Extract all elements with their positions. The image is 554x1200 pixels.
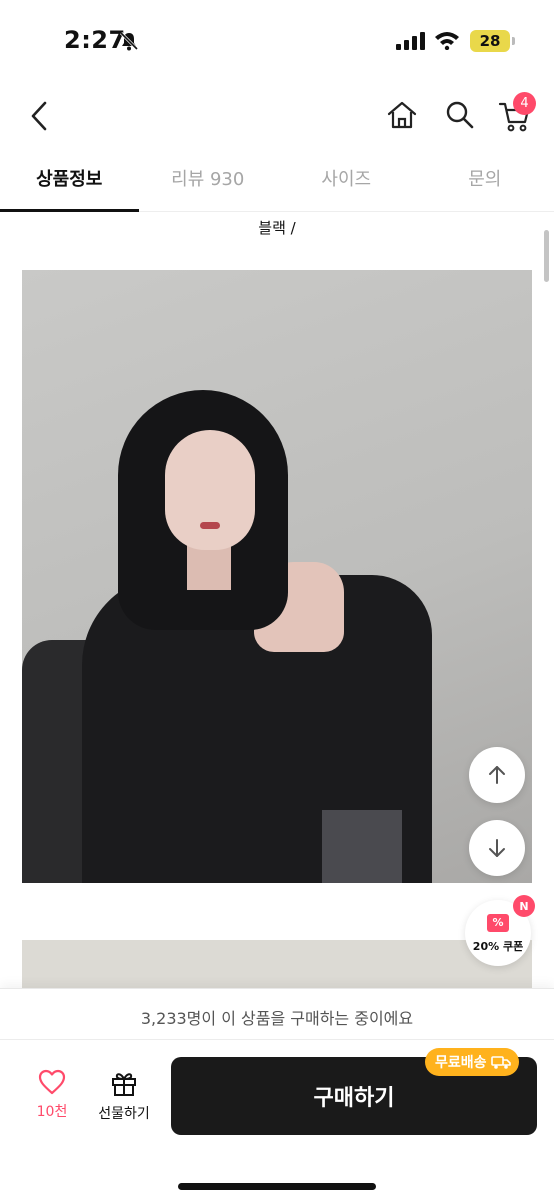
scrollbar[interactable]	[544, 230, 549, 282]
tab-product-info[interactable]: 상품정보	[0, 152, 139, 212]
gift-icon	[112, 1073, 136, 1096]
tab-size[interactable]: 사이즈	[277, 152, 416, 211]
status-time: 2:27	[64, 26, 126, 54]
gift-label: 선물하기	[98, 1106, 150, 1122]
tab-inquiry[interactable]: 문의	[416, 152, 554, 211]
arrow-down-icon	[489, 839, 505, 857]
battery-indicator: 28	[470, 30, 510, 52]
home-icon	[387, 101, 417, 129]
free-shipping-badge: 무료배송	[425, 1048, 519, 1076]
divider	[0, 1039, 554, 1040]
buyers-count-text: 3,233명이 이 상품을 구매하는 중이에요	[140, 1009, 414, 1028]
free-shipping-label: 무료배송	[435, 1055, 487, 1071]
photo-face	[165, 430, 255, 550]
heart-icon	[38, 1069, 66, 1095]
photo-lips	[200, 522, 220, 529]
home-button[interactable]	[385, 98, 419, 132]
coupon-new-badge: N	[513, 895, 535, 917]
battery-tip	[512, 37, 515, 45]
coupon-ticket-icon: %	[487, 914, 509, 932]
bottom-purchase-bar: 3,233명이 이 상품을 구매하는 중이에요 10천 선물하기 구매하기	[0, 988, 554, 1200]
tab-reviews[interactable]: 리뷰 930	[139, 152, 278, 211]
wifi-icon	[434, 30, 460, 54]
arrow-up-icon	[489, 766, 505, 784]
like-count: 10천	[36, 1104, 68, 1120]
bell-slash-icon	[118, 30, 140, 56]
product-tabs: 상품정보 리뷰 930 사이즈 문의	[0, 152, 554, 212]
cart-count-badge: 4	[513, 92, 536, 115]
back-button[interactable]	[24, 96, 56, 136]
home-indicator	[178, 1183, 376, 1190]
scroll-down-button[interactable]	[469, 820, 525, 876]
gift-button[interactable]: 선물하기	[90, 1069, 158, 1129]
top-nav	[0, 86, 554, 146]
product-photo	[22, 270, 532, 883]
search-button[interactable]	[443, 98, 477, 132]
like-button[interactable]: 10천	[26, 1069, 78, 1129]
status-bar: 2:27 28	[0, 0, 554, 80]
truck-icon	[490, 1056, 511, 1069]
photo-pants	[322, 810, 402, 883]
coupon-label: 20% 쿠폰	[472, 940, 524, 953]
cellular-signal-icon	[396, 32, 425, 50]
chevron-left-icon	[31, 101, 47, 131]
color-option-text: 블랙 /	[258, 219, 296, 237]
scroll-up-button[interactable]	[469, 747, 525, 803]
search-icon	[446, 101, 474, 129]
